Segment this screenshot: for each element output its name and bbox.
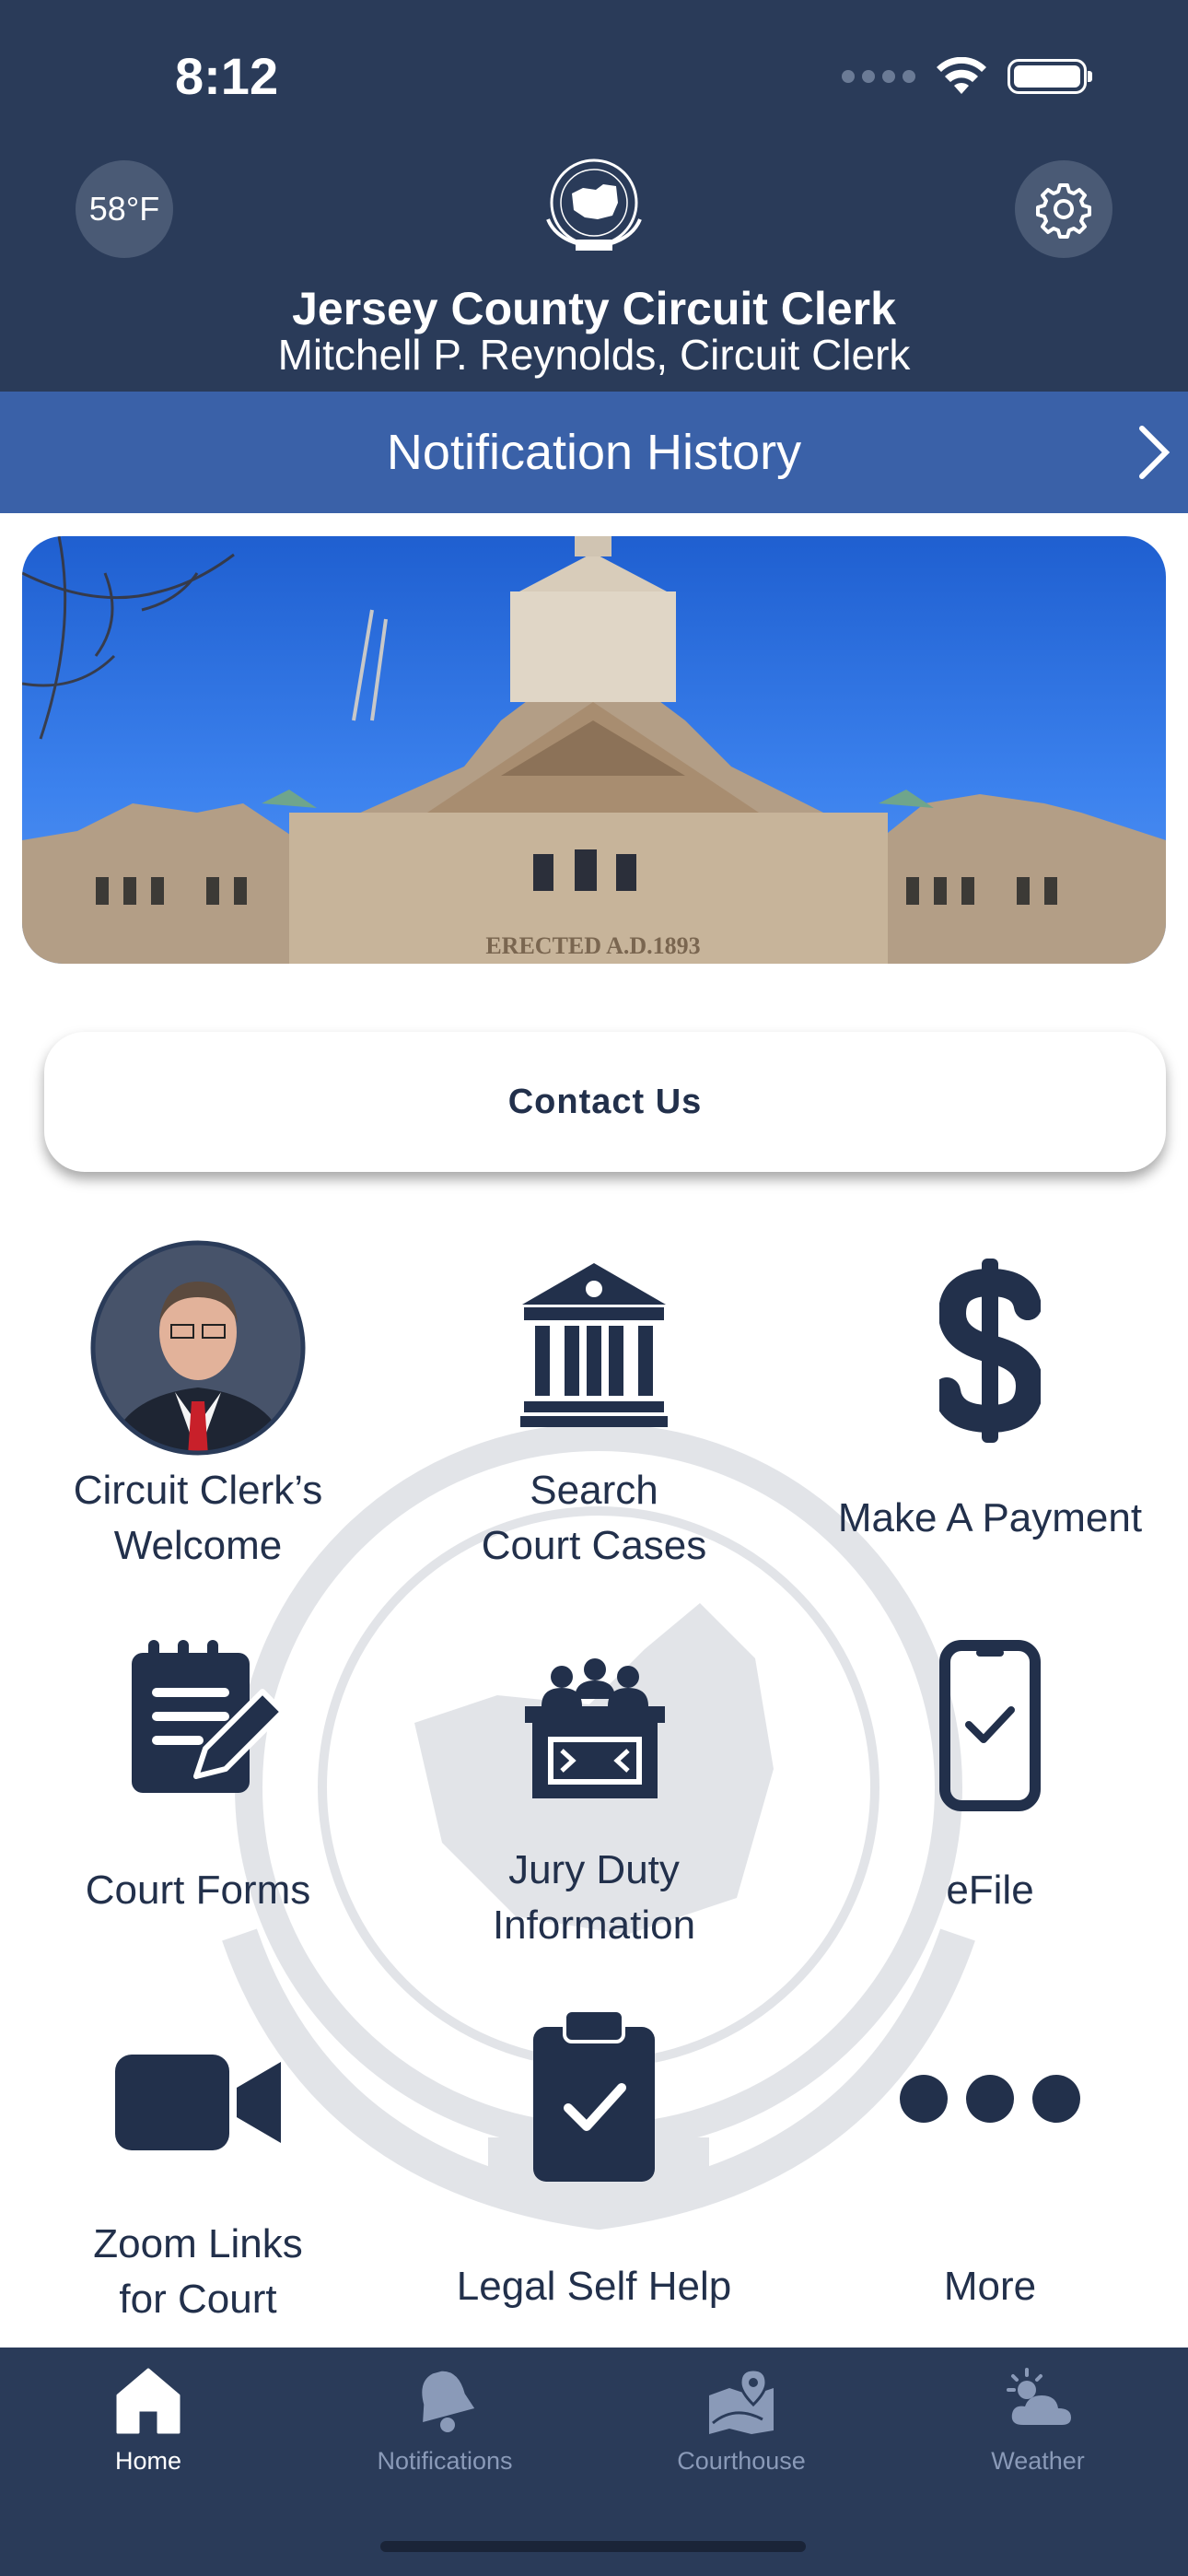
efile-label: eFile — [946, 1868, 1034, 1913]
court-forms-button[interactable]: Court Forms — [0, 1640, 396, 1935]
gear-icon — [1036, 183, 1091, 239]
phone-check-icon — [939, 1640, 1041, 1811]
make-payment-button[interactable]: Make A Payment — [792, 1240, 1188, 1572]
jury-duty-button[interactable]: Jury Duty Information — [396, 1640, 792, 1953]
more-label: More — [943, 2264, 1037, 2309]
home-indicator[interactable] — [380, 2541, 806, 2552]
zoom-links-label-1: Zoom Links — [93, 2221, 303, 2266]
courthouse-icon — [520, 1263, 668, 1427]
engraving-text: ERECTED A.D.1893 — [485, 932, 700, 959]
courthouse-photo: ERECTED A.D.1893 — [22, 536, 1166, 964]
clerk-avatar — [90, 1240, 306, 1456]
tab-weather[interactable]: Weather — [890, 2348, 1186, 2532]
dollar-icon — [939, 1259, 1041, 1443]
tab-courthouse-label: Courthouse — [677, 2447, 806, 2475]
status-time: 8:12 — [175, 47, 279, 105]
temperature-button[interactable]: 58°F — [76, 160, 173, 258]
home-icon — [116, 2368, 181, 2434]
legal-self-help-button[interactable]: Legal Self Help — [396, 2008, 792, 2322]
make-payment-label: Make A Payment — [837, 1495, 1143, 1540]
tab-notifications-label: Notifications — [377, 2447, 513, 2475]
notification-history-label: Notification History — [386, 425, 802, 480]
tab-notifications[interactable]: Notifications — [297, 2348, 593, 2532]
courthouse-illustration: ERECTED A.D.1893 — [22, 536, 1166, 964]
jury-duty-label-1: Jury Duty — [508, 1847, 680, 1892]
search-court-cases-label-2: Court Cases — [481, 1523, 707, 1568]
map-pin-icon — [709, 2368, 774, 2434]
clerk-welcome-label-2: Welcome — [113, 1523, 283, 1568]
app-header: 8:12 58°F Jersey County Circuit Clerk Mi… — [0, 0, 1188, 392]
search-court-cases-label-1: Search — [530, 1468, 658, 1513]
county-seal-logo — [546, 158, 642, 251]
settings-button[interactable] — [1015, 160, 1112, 258]
document-pen-icon — [132, 1640, 285, 1793]
wifi-icon — [937, 57, 986, 94]
clipboard-check-icon — [533, 2008, 655, 2182]
clerk-welcome-button[interactable]: Circuit Clerk’s Welcome — [0, 1240, 396, 1572]
contact-us-button[interactable]: Contact Us — [44, 1032, 1166, 1172]
tab-home[interactable]: Home — [0, 2348, 297, 2532]
weather-icon — [1007, 2368, 1071, 2425]
status-icons — [842, 57, 1092, 96]
signal-icon — [842, 70, 915, 83]
notification-history-bar[interactable]: Notification History — [0, 392, 1188, 513]
chevron-right-icon — [1139, 426, 1171, 479]
clerk-welcome-label-1: Circuit Clerk’s — [73, 1468, 323, 1513]
tab-courthouse[interactable]: Courthouse — [593, 2348, 890, 2532]
jury-duty-label-2: Information — [492, 1903, 696, 1948]
ellipsis-icon — [900, 2075, 1080, 2123]
court-forms-label: Court Forms — [85, 1868, 311, 1913]
zoom-links-label-2: for Court — [119, 2277, 277, 2322]
more-button[interactable]: More — [792, 2027, 1188, 2322]
app-subtitle: Mitchell P. Reynolds, Circuit Clerk — [277, 331, 911, 379]
app-title: Jersey County Circuit Clerk — [292, 283, 896, 334]
search-court-cases-button[interactable]: Search Court Cases — [396, 1240, 792, 1572]
jury-box-icon — [525, 1658, 665, 1798]
battery-icon — [1007, 59, 1092, 94]
legal-self-help-label: Legal Self Help — [456, 2264, 732, 2309]
bell-icon — [422, 2371, 475, 2432]
tab-weather-label: Weather — [991, 2447, 1085, 2475]
tab-home-label: Home — [114, 2447, 182, 2475]
video-camera-icon — [115, 2055, 281, 2150]
zoom-links-button[interactable]: Zoom Links for Court — [0, 2027, 396, 2340]
efile-button[interactable]: eFile — [792, 1640, 1188, 1935]
